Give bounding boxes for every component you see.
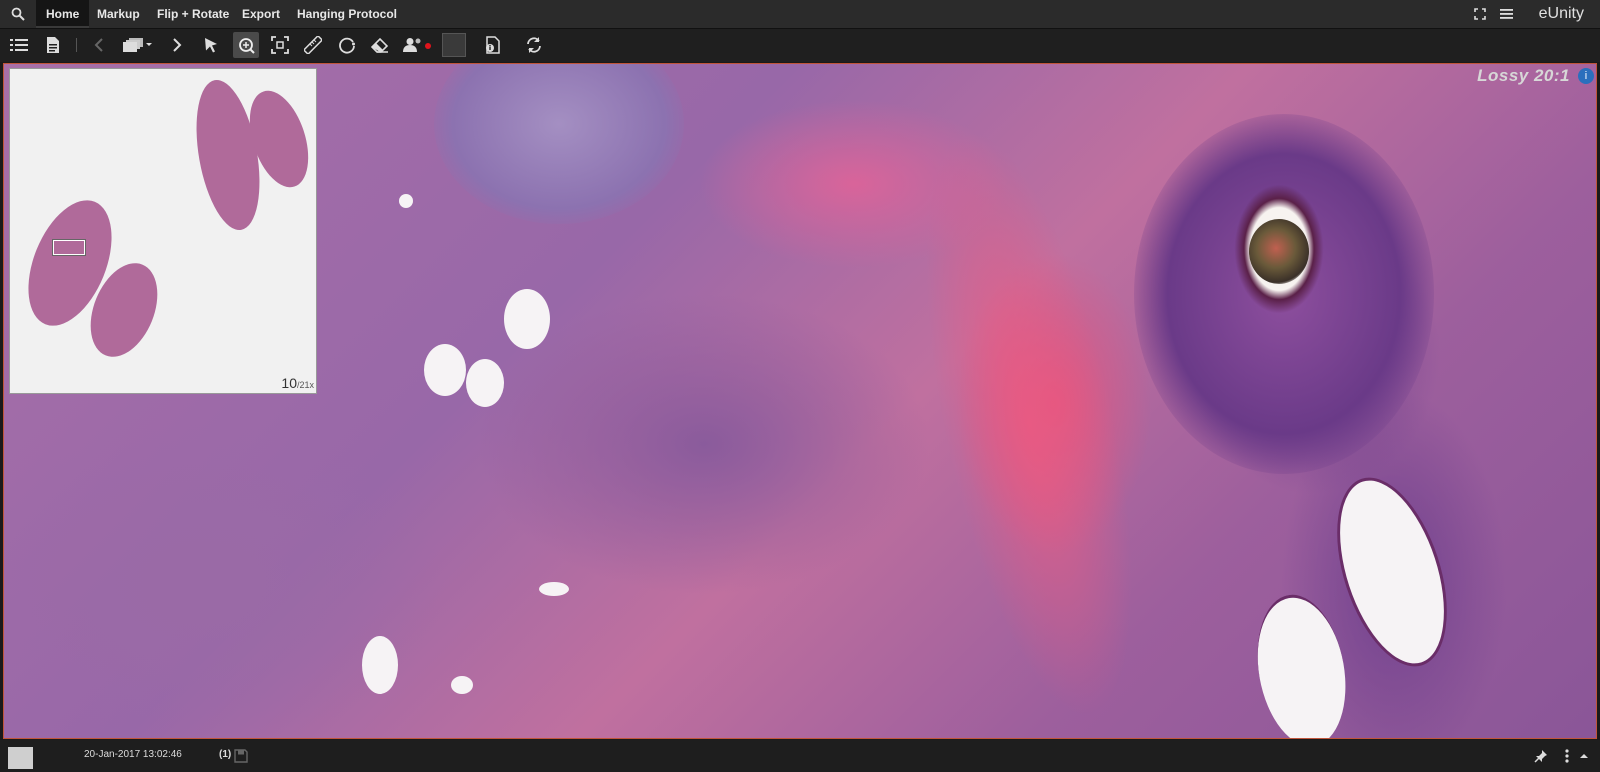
chevron-up-icon [1580, 754, 1588, 758]
info-document-button[interactable] [479, 32, 505, 58]
zoom-suffix: /21x [296, 380, 314, 390]
gland-lobule [434, 64, 684, 224]
refresh-icon [527, 37, 541, 53]
overview-zoom-level: 10/21x [281, 375, 314, 391]
series-thumbnail[interactable] [8, 747, 33, 769]
next-button[interactable] [164, 32, 190, 58]
compression-label: Lossy 20:1 [1477, 66, 1570, 85]
color-swatch[interactable] [442, 33, 466, 57]
search-button[interactable] [4, 2, 32, 26]
hair-shaft [1249, 219, 1309, 284]
fat-vacuole [539, 582, 569, 596]
user-record-icon [403, 38, 431, 52]
document-icon [47, 37, 59, 53]
hamburger-icon [1499, 9, 1513, 19]
study-timestamp: 20-Jan-2017 13:02:46 [84, 749, 182, 760]
list-icon [10, 39, 28, 51]
fat-vacuole [424, 344, 466, 396]
toolbar [0, 29, 1600, 62]
brand-label: eUnity [1538, 5, 1584, 22]
pin-button[interactable] [1533, 748, 1549, 764]
overview-viewport-indicator[interactable] [52, 239, 86, 256]
more-vertical-icon [1565, 749, 1569, 763]
ellipse-tool[interactable] [334, 32, 360, 58]
fat-vacuole [504, 289, 550, 349]
collagen-band [883, 112, 1175, 736]
toolbar-divider [76, 38, 77, 52]
stack-icon [123, 38, 152, 52]
zoom-value: 10 [281, 375, 297, 391]
save-icon [234, 749, 248, 763]
search-icon [11, 7, 25, 21]
next-icon [173, 38, 182, 52]
fit-to-window-tool[interactable] [267, 32, 293, 58]
measure-tool[interactable] [300, 32, 326, 58]
pin-icon [1534, 750, 1547, 763]
zoom-icon [239, 38, 255, 54]
pointer-tool[interactable] [198, 32, 224, 58]
report-button[interactable] [40, 32, 66, 58]
tab-markup[interactable]: Markup [87, 0, 150, 28]
collapse-button[interactable] [1578, 748, 1590, 764]
eraser-tool[interactable] [367, 32, 393, 58]
tab-export[interactable]: Export [232, 0, 290, 28]
tab-hanging-protocol[interactable]: Hanging Protocol [287, 0, 407, 28]
fat-vacuole [362, 636, 398, 694]
fat-vacuole [399, 194, 413, 208]
image-count: (1) [219, 749, 232, 760]
previous-icon [94, 38, 103, 52]
ellipse-icon [339, 37, 355, 54]
fullscreen-button[interactable] [1471, 5, 1489, 23]
info-icon[interactable]: i [1578, 68, 1594, 84]
save-button[interactable] [233, 748, 249, 764]
tab-home[interactable]: Home [36, 0, 90, 28]
eraser-icon [371, 37, 389, 53]
info-document-icon [486, 36, 500, 54]
hamburger-menu-button[interactable] [1497, 5, 1515, 23]
reset-button[interactable] [521, 32, 547, 58]
menu-bar: Home Markup Flip + Rotate Export Hanging… [0, 0, 1600, 29]
fat-vacuole [466, 359, 504, 407]
previous-button[interactable] [86, 32, 112, 58]
user-record-tool[interactable] [402, 32, 434, 58]
fit-icon [271, 36, 289, 54]
fat-vacuole [451, 676, 473, 694]
stack-dropdown-button[interactable] [120, 32, 156, 58]
more-options-button[interactable] [1562, 748, 1572, 764]
ruler-icon [304, 36, 322, 54]
fullscreen-icon [1474, 8, 1486, 20]
status-bar: 20-Jan-2017 13:02:46 (1) [0, 740, 1600, 772]
tab-flip-rotate[interactable]: Flip + Rotate [147, 0, 239, 28]
slide-overview[interactable]: 10/21x [9, 68, 317, 394]
pointer-icon [205, 38, 217, 53]
series-list-button[interactable] [6, 32, 32, 58]
zoom-tool[interactable] [233, 32, 259, 58]
duct-lumen [1246, 587, 1357, 738]
